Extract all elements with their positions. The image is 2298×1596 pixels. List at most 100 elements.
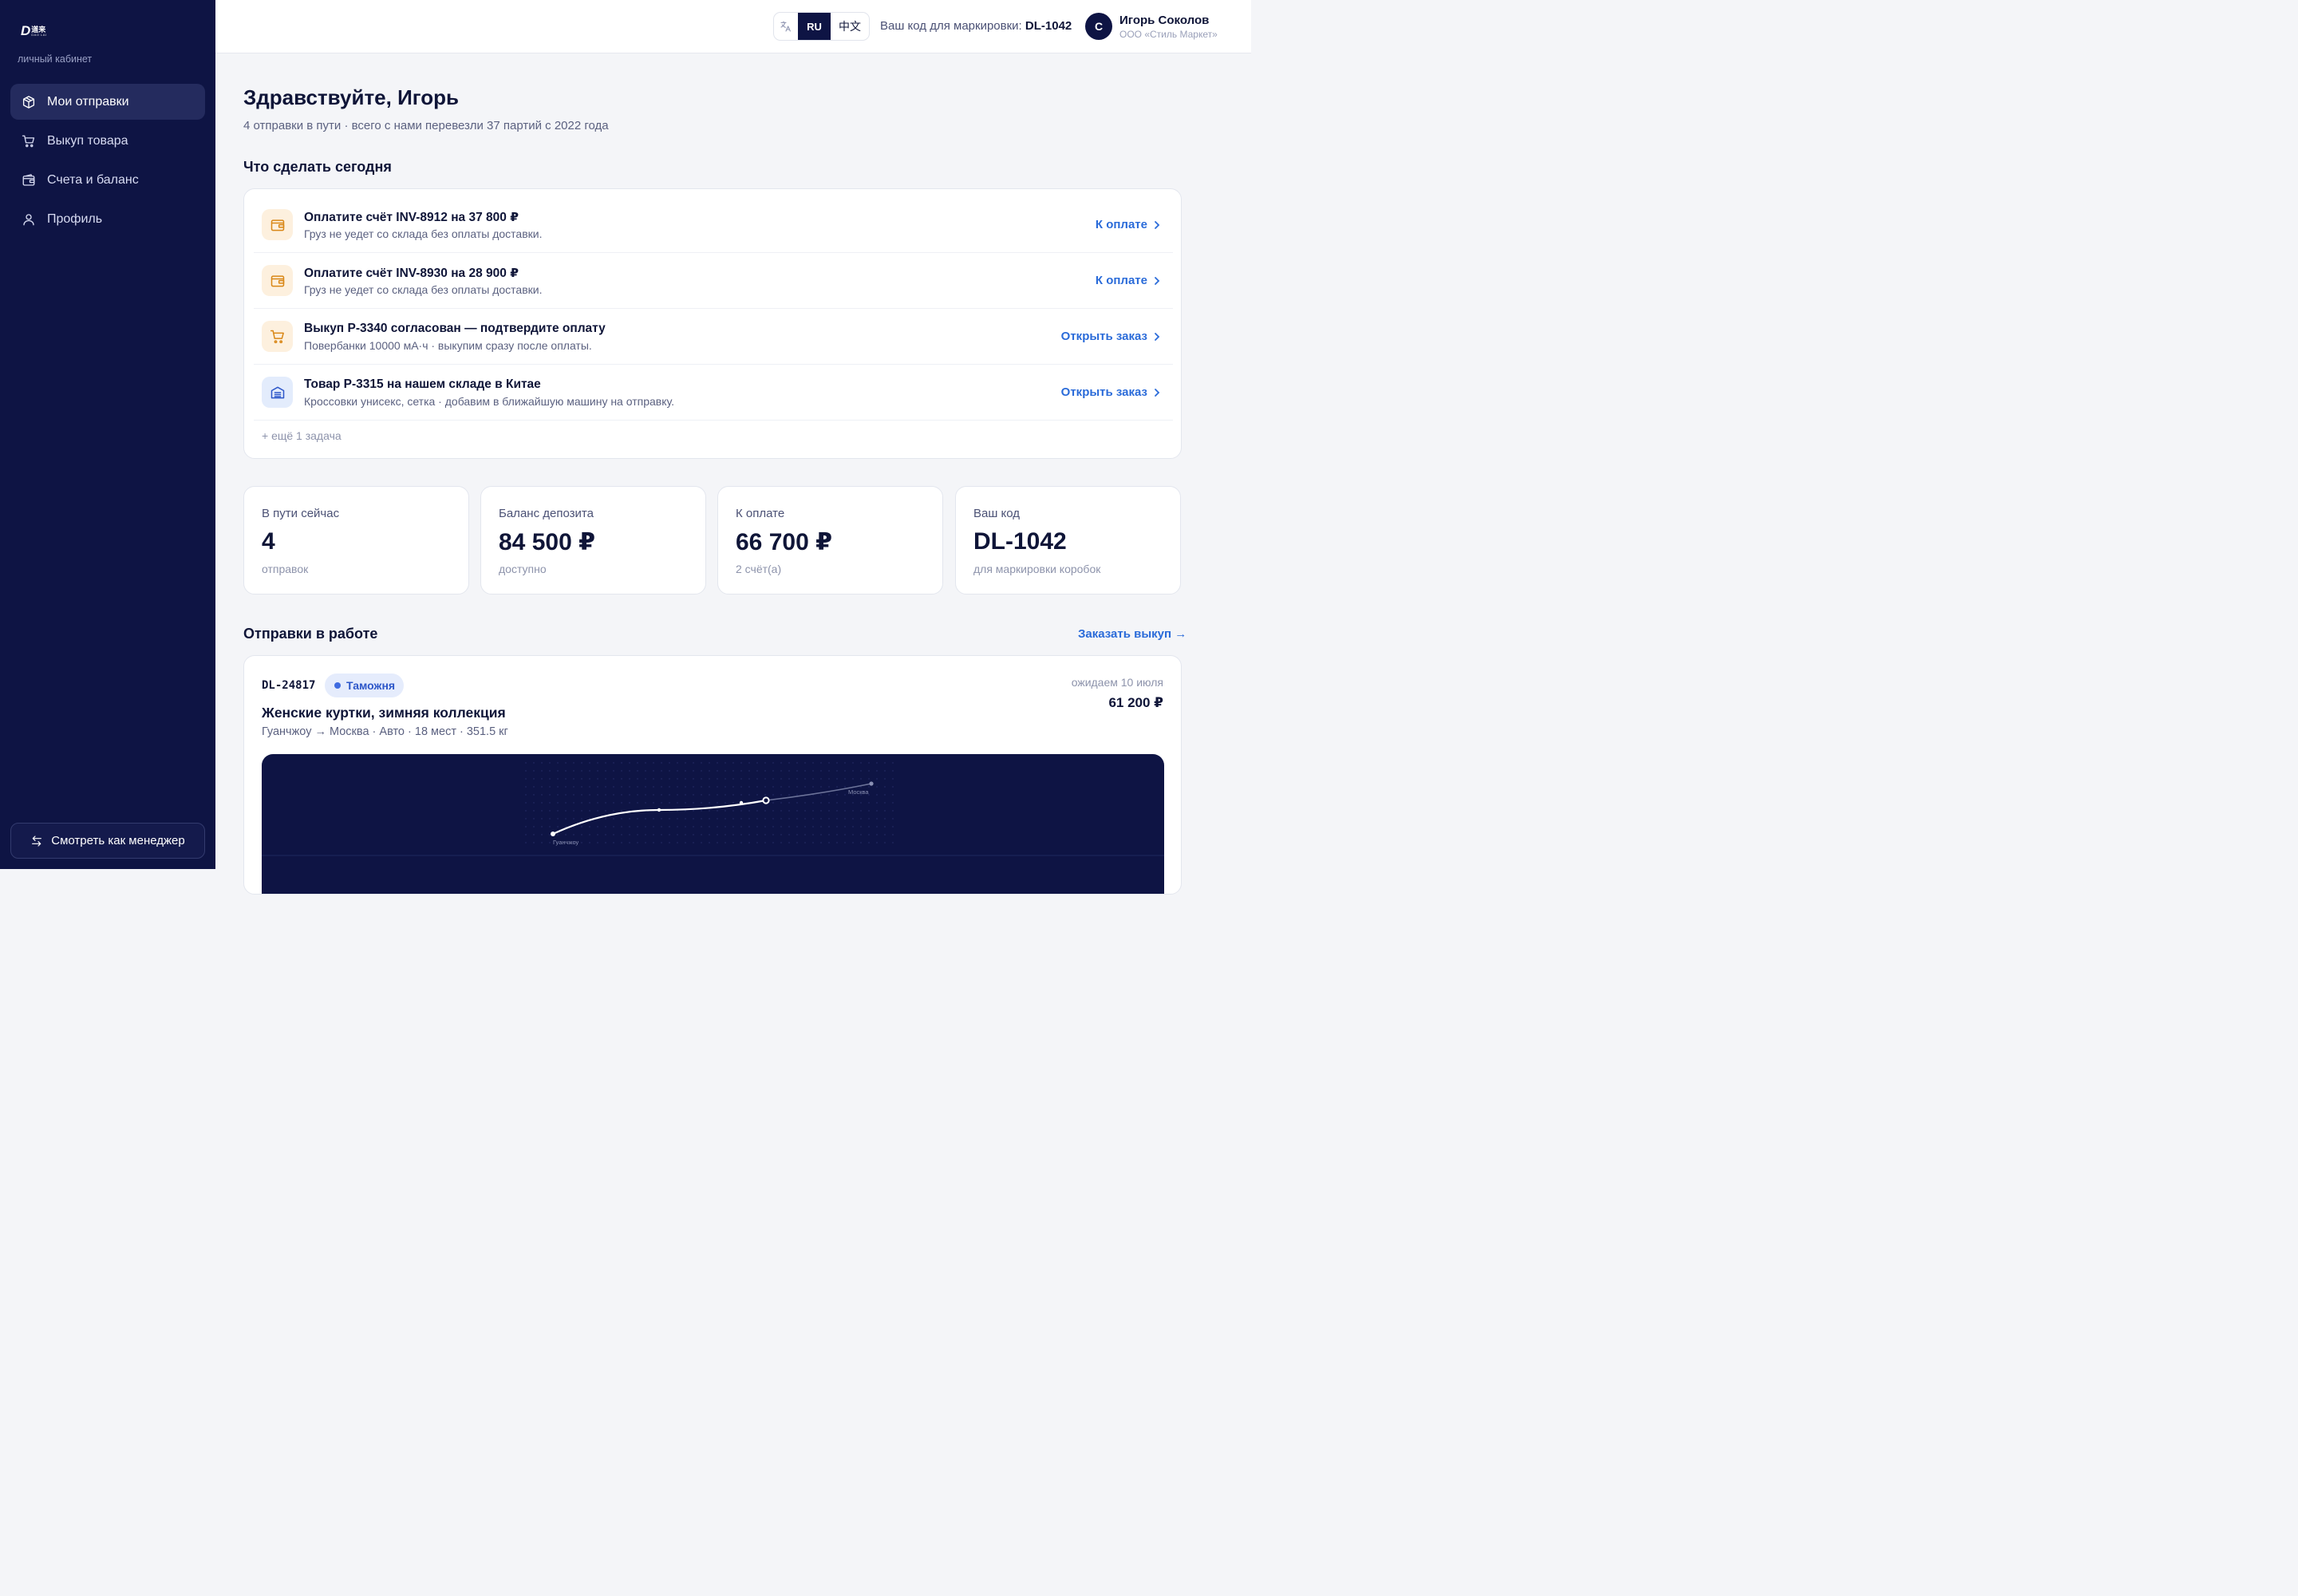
stat-card-balance: Баланс депозита 84 500 ₽ доступно (480, 486, 706, 595)
current-position-icon (762, 796, 770, 804)
avatar[interactable]: С (1085, 13, 1112, 40)
shipments-section-title: Отправки в работе (243, 626, 378, 642)
lang-option-zh[interactable]: 中文 (831, 13, 869, 40)
task-item: Оплатите счёт INV-8912 на 37 800 ₽ Груз … (254, 197, 1173, 253)
route-point-icon (869, 781, 874, 786)
tasks-section-title: Что сделать сегодня (243, 159, 392, 175)
task-title: Оплатите счёт INV-8930 на 28 900 ₽ (304, 267, 519, 280)
stat-label: К оплате (736, 507, 785, 520)
sidebar-item-label: Выкуп товара (47, 133, 128, 148)
page-subtitle: 4 отправки в пути · всего с нами перевез… (243, 119, 609, 132)
task-subtitle: Кроссовки унисекс, сетка · добавим в бли… (304, 395, 674, 408)
task-subtitle: Груз не уедет со склада без оплаты доста… (304, 283, 543, 296)
stat-value: 4 (262, 528, 275, 555)
wallet-icon (262, 265, 293, 296)
chevron-right-icon (1152, 276, 1162, 286)
route-map: Гуанчжоу Москва (262, 754, 1164, 894)
marking-code-label: Ваш код для маркировки: (880, 19, 1022, 33)
cart-icon (262, 321, 293, 352)
open-order-button[interactable]: Открыть заказ (1061, 385, 1162, 399)
brand-logo[interactable]: D 道来 DAO LAI (21, 23, 47, 39)
sidebar-item-shipments[interactable]: Мои отправки (10, 84, 205, 120)
route-to-label: Москва (848, 788, 869, 796)
stat-sub: доступно (499, 563, 547, 575)
chevron-right-icon (1152, 220, 1162, 230)
task-item: Оплатите счёт INV-8930 на 28 900 ₽ Груз … (254, 253, 1173, 309)
logo-en: DAO LAI (31, 32, 47, 37)
stat-card-in-transit: В пути сейчас 4 отправок (243, 486, 469, 595)
lang-option-ru[interactable]: RU (798, 13, 831, 40)
sidebar-item-profile[interactable]: Профиль (10, 201, 205, 237)
order-purchase-link[interactable]: Заказать выкуп → (1078, 627, 1187, 641)
sidebar: D 道来 DAO LAI личный кабинет Мои отправки… (0, 0, 215, 869)
status-badge: Таможня (325, 674, 405, 697)
stat-label: Ваш код (973, 507, 1021, 520)
task-title: Товар P-3315 на нашем складе в Китае (304, 377, 541, 391)
sidebar-item-billing[interactable]: Счета и баланс (10, 162, 205, 198)
warehouse-icon (262, 377, 293, 408)
sidebar-nav: Мои отправки Выкуп товара Счета и баланс… (10, 84, 205, 240)
user-name[interactable]: Игорь Соколов (1119, 14, 1209, 27)
translate-icon (774, 13, 798, 40)
tasks-card: Оплатите счёт INV-8912 на 37 800 ₽ Груз … (243, 188, 1182, 459)
user-icon (22, 212, 36, 227)
view-as-manager-label: Смотреть как менеджер (51, 834, 185, 847)
cart-icon (22, 134, 36, 148)
wallet-icon (262, 209, 293, 240)
pay-button[interactable]: К оплате (1096, 274, 1162, 287)
shipment-price: 61 200 ₽ (1108, 695, 1163, 710)
stat-label: Баланс депозита (499, 507, 594, 520)
route-point-icon (657, 808, 661, 812)
chevron-right-icon (1152, 332, 1162, 342)
stat-sub: для маркировки коробок (973, 563, 1101, 575)
open-order-label: Открыть заказ (1060, 385, 1147, 399)
stat-label: В пути сейчас (262, 507, 340, 520)
status-badge-label: Таможня (346, 679, 396, 692)
route-point-icon (739, 800, 744, 805)
user-company: ООО «Стиль Маркет» (1119, 29, 1218, 40)
stat-card-to-pay: К оплате 66 700 ₽ 2 счёт(а) (717, 486, 943, 595)
shipment-expected-date: ожидаем 10 июля (1071, 676, 1163, 689)
language-switcher: RU 中文 (773, 12, 870, 41)
task-title: Оплатите счёт INV-8912 на 37 800 ₽ (304, 211, 519, 224)
page-title: Здравствуйте, Игорь (243, 85, 460, 109)
sidebar-item-label: Счета и баланс (47, 172, 139, 187)
task-subtitle: Груз не уедет со склада без оплаты доста… (304, 227, 543, 240)
stat-value: DL-1042 (973, 528, 1067, 555)
route-map-graphic: Гуанчжоу Москва (262, 762, 1164, 856)
stat-card-code: Ваш код DL-1042 для маркировки коробок (955, 486, 1181, 595)
shipment-meta: Гуанчжоу → Москва · Авто · 18 мест · 351… (262, 725, 508, 738)
task-subtitle: Повербанки 10000 мА·ч · выкупим сразу по… (304, 339, 592, 352)
route-point-icon (551, 832, 555, 836)
task-item: Выкуп P-3340 согласован — подтвердите оп… (254, 309, 1173, 365)
chevron-right-icon (1152, 388, 1162, 397)
open-order-label: Открыть заказ (1060, 330, 1147, 343)
top-header: RU 中文 Ваш код для маркировки: DL-1042 С … (215, 0, 1251, 53)
package-icon (22, 95, 36, 109)
marking-code: Ваш код для маркировки: DL-1042 (880, 19, 1072, 33)
sidebar-item-label: Мои отправки (47, 94, 129, 109)
shipment-id: DL-24817 (262, 679, 316, 692)
pay-button-label: К оплате (1095, 274, 1147, 287)
more-tasks-link[interactable]: + ещё 1 задача (262, 429, 342, 442)
logo-mark: D (21, 23, 30, 38)
shipment-card[interactable]: DL-24817 Таможня ожидаем 10 июля 61 200 … (243, 655, 1182, 895)
sidebar-item-purchase[interactable]: Выкуп товара (10, 123, 205, 159)
view-as-manager-button[interactable]: Смотреть как менеджер (10, 823, 205, 859)
status-dot-icon (334, 682, 341, 689)
route-from-label: Гуанчжоу (553, 839, 579, 846)
stat-value: 84 500 ₽ (499, 529, 595, 555)
stat-sub: отправок (262, 563, 309, 575)
stat-value: 66 700 ₽ (736, 529, 832, 555)
stat-sub: 2 счёт(а) (736, 563, 782, 575)
open-order-button[interactable]: Открыть заказ (1061, 330, 1162, 343)
wallet-icon (22, 173, 36, 188)
sidebar-item-label: Профиль (47, 211, 103, 226)
logo-text: 道来 DAO LAI (31, 26, 46, 37)
shipment-title: Женские куртки, зимняя коллекция (262, 705, 506, 721)
task-title: Выкуп P-3340 согласован — подтвердите оп… (304, 322, 606, 335)
pay-button[interactable]: К оплате (1096, 218, 1162, 231)
swap-arrows-icon (30, 835, 43, 847)
pay-button-label: К оплате (1095, 218, 1147, 231)
task-item: Товар P-3315 на нашем складе в Китае Кро… (254, 365, 1173, 421)
